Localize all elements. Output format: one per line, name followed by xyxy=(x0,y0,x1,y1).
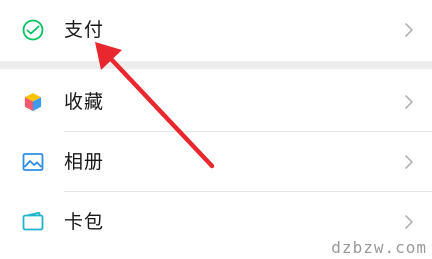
picture-icon xyxy=(21,150,45,174)
menu-item-pay[interactable]: 支付 xyxy=(0,0,432,60)
menu-item-label: 卡包 xyxy=(64,211,105,233)
chevron-right-icon xyxy=(401,214,417,230)
menu-item-label: 收藏 xyxy=(64,91,105,113)
pay-section: 支付 xyxy=(0,0,432,61)
chevron-right-icon xyxy=(401,22,417,38)
menu-item-favorites[interactable]: 收藏 xyxy=(0,72,432,132)
card-wallet-icon xyxy=(21,210,45,234)
watermark: dzbzw.com xyxy=(331,238,427,257)
menu-item-label: 相册 xyxy=(64,151,105,173)
menu-item-album[interactable]: 相册 xyxy=(0,132,432,192)
cube-icon xyxy=(21,90,45,114)
features-section: 收藏 相册 卡包 xyxy=(0,69,432,259)
chevron-right-icon xyxy=(401,154,417,170)
menu-item-label: 支付 xyxy=(64,19,105,41)
chevron-right-icon xyxy=(401,94,417,110)
wechat-pay-icon xyxy=(21,18,45,42)
